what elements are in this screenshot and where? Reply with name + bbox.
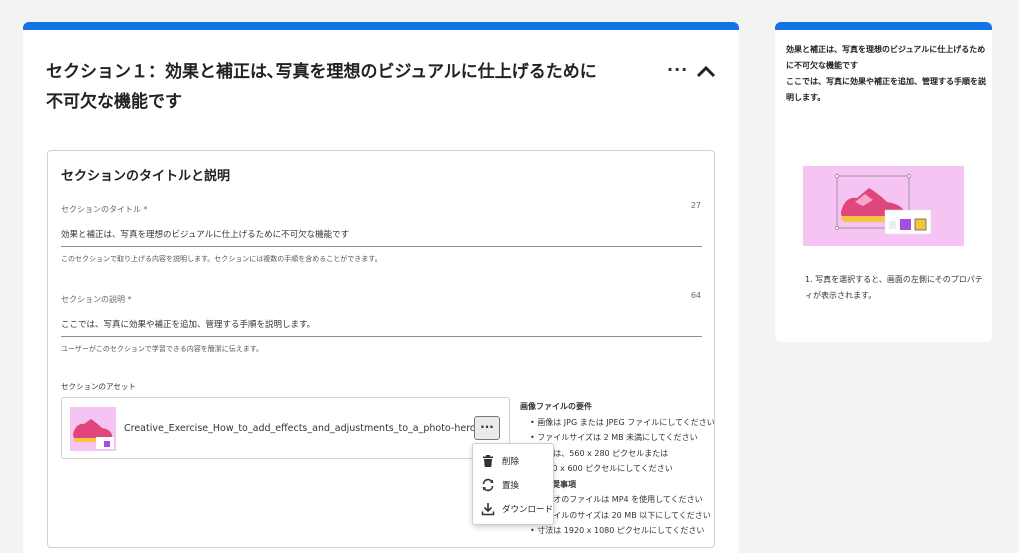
menu-item-label: 置換 bbox=[502, 481, 520, 491]
menu-item-delete[interactable]: 削除 bbox=[481, 453, 519, 469]
desc-help-text: ユーザーがこのセクションで学習できる内容を簡潔に伝えます。 bbox=[61, 345, 264, 353]
assets-label: セクションのアセット bbox=[61, 382, 136, 391]
shoe-image-icon bbox=[835, 174, 932, 235]
menu-item-label: ダウンロード bbox=[502, 505, 554, 515]
menu-item-replace[interactable]: 置換 bbox=[481, 477, 519, 493]
preview-description: 効果と補正は、写真を理想のビジュアルに仕上げるために不可欠な機能です ここでは、… bbox=[786, 45, 986, 102]
recommendation-item: 寸法は 1920 x 1080 ピクセルにしてください bbox=[520, 523, 720, 539]
preview-image bbox=[803, 166, 964, 246]
asset-item: Creative_Exercise_How_to_add_effects_and… bbox=[61, 397, 510, 459]
desc-field-label: セクションの説明 * bbox=[61, 295, 132, 304]
title-field-label: セクションのタイトル * bbox=[61, 205, 148, 214]
menu-item-download[interactable]: ダウンロード bbox=[481, 501, 553, 517]
section-card: セクション１：効果と補正は､写真を理想のビジュアルに仕上げるために不可欠な機能で… bbox=[23, 22, 739, 553]
preview-card: 効果と補正は、写真を理想のビジュアルに仕上げるために不可欠な機能です ここでは、… bbox=[775, 22, 992, 342]
title-input[interactable]: 効果と補正は、写真を理想のビジュアルに仕上げるために不可欠な機能です bbox=[61, 228, 702, 247]
preview-accent-bar bbox=[775, 22, 992, 30]
desc-input[interactable]: ここでは、写真に効果や補正を追加、管理する手順を説明します。 bbox=[61, 318, 702, 337]
preview-step-text: 1. 写真を選択すると、画面の左側にそのプロパティが表示されます。 bbox=[805, 275, 983, 300]
shoe-image-icon bbox=[73, 419, 114, 449]
asset-context-menu: 削除 置換 ダウンロード bbox=[472, 443, 554, 525]
refresh-icon bbox=[482, 478, 494, 492]
asset-more-button[interactable]: ··· bbox=[474, 416, 500, 440]
title-char-count: 27 bbox=[690, 201, 701, 210]
section-title: セクション１：効果と補正は､写真を理想のビジュアルに仕上げるために不可欠な機能で… bbox=[46, 62, 597, 112]
chevron-up-icon[interactable] bbox=[695, 63, 717, 79]
asset-file-name: Creative_Exercise_How_to_add_effects_and… bbox=[124, 423, 494, 434]
menu-item-label: 削除 bbox=[502, 457, 520, 467]
requirement-item: 画像は JPG または JPEG ファイルにしてください bbox=[520, 415, 720, 431]
download-icon bbox=[481, 503, 495, 516]
section-accent-bar bbox=[23, 22, 739, 30]
section-more-button[interactable]: ··· bbox=[667, 60, 688, 79]
panel-heading: セクションのタイトルと説明 bbox=[61, 169, 231, 184]
title-help-text: このセクションで取り上げる内容を説明します。セクションには複数の手順を含めること… bbox=[61, 255, 382, 263]
asset-thumbnail bbox=[70, 407, 116, 451]
image-requirements-heading: 画像ファイルの要件 bbox=[520, 402, 592, 411]
section-details-panel: セクションのタイトルと説明 セクションのタイトル * 27 効果と補正は、写真を… bbox=[47, 150, 715, 548]
trash-icon bbox=[483, 455, 493, 467]
desc-char-count: 64 bbox=[690, 291, 701, 300]
